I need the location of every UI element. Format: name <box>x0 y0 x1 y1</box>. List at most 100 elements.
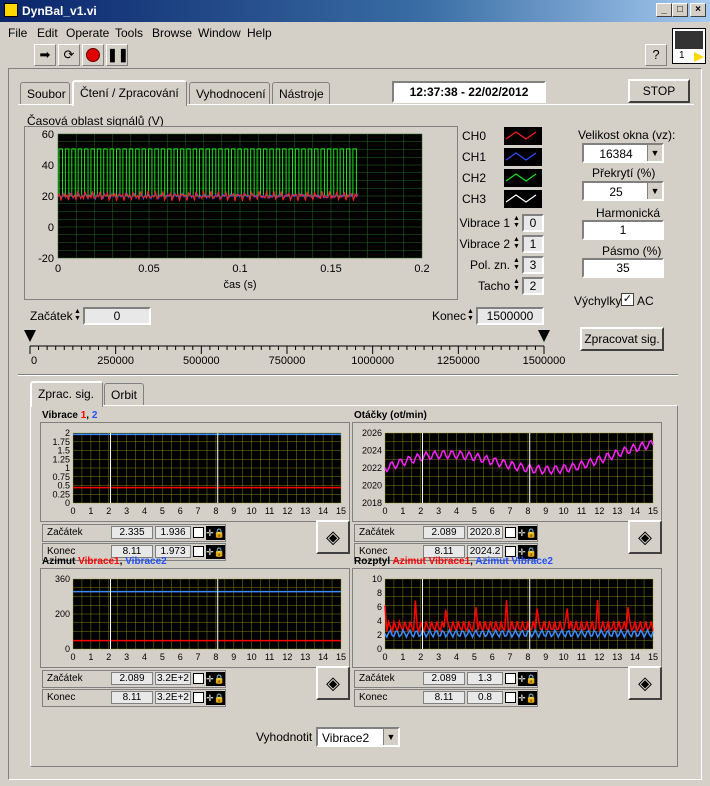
plot-title: Rozptyl Azimut Vibrace1, Azimut Vibrace2 <box>354 556 553 567</box>
cursor-lock-icon[interactable]: ✛🔒 <box>518 672 537 686</box>
channel-map-spinner[interactable]: ▲ ▼ <box>513 278 521 294</box>
tab-cteni-zpracovani[interactable]: Čtení / Zpracování <box>72 80 187 106</box>
legend-item-ch1: CH1 <box>458 147 546 167</box>
start-spinner[interactable]: ▲ ▼ <box>74 308 82 324</box>
tab-nastroje[interactable]: Nástroje <box>272 82 330 104</box>
harmonic-input[interactable]: 1 <box>582 220 664 240</box>
x-tick-label: 12 <box>594 652 604 662</box>
menu-window[interactable]: Window <box>198 26 241 40</box>
maximize-button[interactable]: □ <box>672 3 688 17</box>
range-tick-label: 750000 <box>269 355 306 367</box>
channel-map-input[interactable]: 0 <box>522 214 544 232</box>
ac-checkbox[interactable]: ✓ <box>621 293 634 306</box>
legend-swatch <box>504 127 542 145</box>
cursor-x: 2.089 <box>111 672 153 685</box>
x-tick-label: 0 <box>382 652 387 662</box>
cursor-move-pad-icon[interactable]: ◈ <box>316 666 350 700</box>
range-tick-label: 1500000 <box>523 355 566 367</box>
cursor-color-swatch[interactable] <box>505 692 516 703</box>
cursor-y: 1.3 <box>467 672 503 685</box>
cursor-color-swatch[interactable] <box>505 673 516 684</box>
pause-button[interactable]: ❚❚ <box>106 44 129 66</box>
legend-label: CH0 <box>462 129 487 143</box>
cursor-lock-icon[interactable]: ✛🔒 <box>206 526 225 540</box>
menu-file[interactable]: File <box>8 26 27 40</box>
x-tick-label: 6 <box>178 506 183 516</box>
cursor-move-pad-icon[interactable]: ◈ <box>628 520 662 554</box>
x-tick-label: 8 <box>525 506 530 516</box>
cursor-y: 0.8 <box>467 691 503 704</box>
legend-swatch <box>504 169 542 187</box>
x-tick-label: 10 <box>247 506 257 516</box>
x-tick-label: 1 <box>400 652 405 662</box>
overlap-value: 25 <box>609 185 623 199</box>
channel-map-input[interactable]: 3 <box>522 256 544 274</box>
cursor-y: 3.2E+2 <box>155 691 191 704</box>
minimize-button[interactable]: _ <box>656 3 672 17</box>
cursor-lock-icon[interactable]: ✛🔒 <box>518 691 537 705</box>
menu-edit[interactable]: Edit <box>37 26 58 40</box>
chevron-down-icon[interactable]: ▼ <box>647 145 662 161</box>
evaluate-select[interactable]: Vibrace2 ▼ <box>316 727 400 747</box>
end-input[interactable]: 1500000 <box>476 307 544 325</box>
start-input[interactable]: 0 <box>83 307 151 325</box>
menu-operate[interactable]: Operate <box>66 26 109 40</box>
tab-zprac-sig[interactable]: Zprac. sig. <box>30 381 103 407</box>
cursor-move-pad-icon[interactable]: ◈ <box>628 666 662 700</box>
cursor-label: Začátek <box>359 673 395 684</box>
cursor-x: 8.11 <box>423 691 465 704</box>
tab-soubor[interactable]: Soubor <box>20 82 70 104</box>
cursor-x: 2.089 <box>423 526 465 539</box>
harmonic-label: Harmonická <box>596 206 661 220</box>
channel-map-spinner[interactable]: ▲ ▼ <box>513 257 521 273</box>
y-tick-label: 40 <box>42 160 54 172</box>
end-label: Konec <box>432 309 467 323</box>
run-continuously-button[interactable]: ⟳ <box>58 44 80 66</box>
cursor-lock-icon[interactable]: ✛🔒 <box>206 672 225 686</box>
band-input[interactable]: 35 <box>582 258 664 278</box>
cursor-lock-icon[interactable]: ✛🔒 <box>206 691 225 705</box>
x-tick-label: 11 <box>265 652 274 662</box>
y-tick-label: 2 <box>377 630 382 640</box>
abort-button[interactable] <box>82 44 104 66</box>
close-button[interactable]: × <box>690 3 706 17</box>
connector-label: 1 <box>679 50 685 61</box>
x-tick-label: 5 <box>160 652 165 662</box>
menu-tools[interactable]: Tools <box>115 26 143 40</box>
cursor-color-swatch[interactable] <box>193 527 204 538</box>
run-button[interactable]: ➡ <box>34 44 56 66</box>
chevron-down-icon[interactable]: ▼ <box>383 729 398 745</box>
x-tick-label: 12 <box>594 506 604 516</box>
chevron-down-icon[interactable]: ▼ <box>647 183 662 199</box>
channel-map-spinner[interactable]: ▲ ▼ <box>513 215 521 231</box>
tab-orbit[interactable]: Orbit <box>104 383 144 405</box>
process-signal-button[interactable]: Zpracovat sig. <box>580 327 664 351</box>
menu-help[interactable]: Help <box>247 26 272 40</box>
x-tick-label: 2 <box>106 506 111 516</box>
cursor-x: 8.11 <box>111 691 153 704</box>
window-size-select[interactable]: 16384 ▼ <box>582 143 664 163</box>
legend-item-ch0: CH0 <box>458 126 546 146</box>
tab-vyhodnoceni[interactable]: Vyhodnocení <box>189 82 270 104</box>
x-tick-label: 3 <box>436 652 441 662</box>
cursor-lock-icon[interactable]: ✛🔒 <box>518 526 537 540</box>
range-slider[interactable]: 0 250000 500000 750000 1000000 1250000 1500000 <box>16 326 576 370</box>
cursor-color-swatch[interactable] <box>505 527 516 538</box>
cursor-color-swatch[interactable] <box>193 673 204 684</box>
signal-graph: 6040200-20 0 0.05 0.1 0.15 0.2 čas (s) <box>38 129 430 291</box>
channel-map-input[interactable]: 1 <box>522 235 544 253</box>
x-tick-label: 1 <box>88 652 93 662</box>
stop-button[interactable]: STOP <box>628 79 690 103</box>
menu-browse[interactable]: Browse <box>152 26 192 40</box>
x-tick-label: 0.2 <box>414 263 429 275</box>
x-tick-label: 0 <box>70 652 75 662</box>
overlap-select[interactable]: 25 ▼ <box>582 181 664 201</box>
channel-map-input[interactable]: 2 <box>522 277 544 295</box>
end-spinner[interactable]: ▲ ▼ <box>467 308 475 324</box>
cursor-move-pad-icon[interactable]: ◈ <box>316 520 350 554</box>
channel-map-spinner[interactable]: ▲ ▼ <box>513 236 521 252</box>
help-button[interactable]: ? <box>645 44 667 66</box>
x-tick-label: 6 <box>490 506 495 516</box>
cursor-color-swatch[interactable] <box>193 692 204 703</box>
cursor-row: Začátek 2.335 1.936 ✛🔒 <box>42 524 226 542</box>
